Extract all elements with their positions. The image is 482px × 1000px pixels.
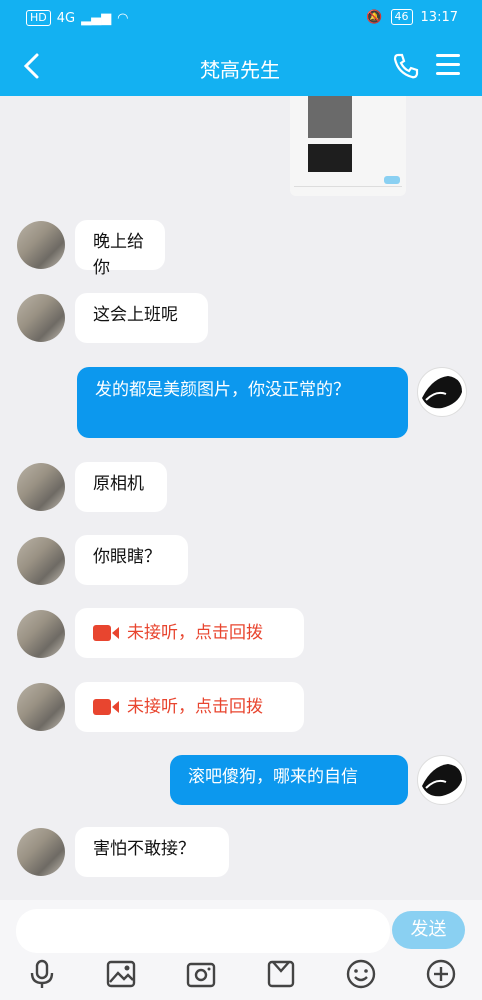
screenshot-photo — [308, 96, 352, 138]
video-camera-icon — [93, 625, 119, 641]
clock: 13:17 — [420, 9, 458, 25]
contact-avatar[interactable] — [17, 463, 65, 511]
avatar-drawing — [422, 376, 462, 409]
battery-icon: 46 — [390, 9, 413, 25]
message-bubble[interactable]: 害怕不敢接？ — [75, 827, 229, 877]
message-input[interactable] — [16, 909, 390, 953]
signal-icon: 4G — [56, 10, 76, 26]
message-bubble-outgoing[interactable]: 发的都是美颜图片，你没正常的？ — [77, 367, 408, 438]
message-bubble[interactable]: 原相机 — [75, 462, 167, 512]
wifi-icon: ◠ — [117, 10, 129, 26]
signal-bars-icon: ▂▄▆ — [81, 10, 112, 26]
mute-icon: 🔕 — [366, 9, 383, 25]
missed-call-label: 未接听，点击回拨 — [127, 697, 263, 717]
microphone-icon[interactable] — [26, 958, 58, 990]
contact-avatar[interactable] — [17, 221, 65, 269]
contact-avatar[interactable] — [17, 683, 65, 731]
chat-title: 梵高先生 — [200, 58, 280, 82]
shared-screenshot[interactable] — [290, 96, 406, 196]
my-avatar[interactable] — [417, 755, 467, 805]
menu-icon[interactable] — [436, 54, 460, 76]
my-avatar[interactable] — [417, 367, 467, 417]
send-button[interactable]: 发送 — [392, 911, 465, 949]
emoji-icon[interactable] — [345, 958, 377, 990]
contact-avatar[interactable] — [17, 537, 65, 585]
message-bubble-outgoing[interactable]: 滚吧傻狗，哪来的自信 — [170, 755, 408, 805]
phone-icon[interactable] — [392, 52, 420, 80]
status-bar: HD 4G ▂▄▆ ◠ 🔕 46 13:17 — [0, 0, 482, 36]
input-bar: 发送 — [0, 900, 482, 1000]
avatar-drawing — [422, 764, 462, 797]
nav-bar: 梵高先生 — [0, 36, 482, 96]
hd-indicator: HD — [26, 10, 51, 26]
missed-call-bubble[interactable]: 未接听，点击回拨 — [75, 682, 304, 732]
input-toolbar — [0, 958, 482, 996]
screenshot-toolbar — [294, 186, 402, 195]
missed-call-label: 未接听，点击回拨 — [127, 623, 263, 643]
gift-icon[interactable] — [265, 958, 297, 990]
screenshot-send-badge — [384, 176, 400, 184]
missed-call-bubble[interactable]: 未接听，点击回拨 — [75, 608, 304, 658]
image-icon[interactable] — [105, 958, 137, 990]
contact-avatar[interactable] — [17, 294, 65, 342]
screenshot-photo-dark — [308, 144, 352, 172]
camera-icon[interactable] — [185, 958, 217, 990]
back-icon[interactable] — [20, 52, 44, 80]
message-bubble[interactable]: 这会上班呢 — [75, 293, 208, 343]
message-bubble[interactable]: 晚上给你 — [75, 220, 165, 278]
message-bubble[interactable]: 你眼瞎？ — [75, 535, 188, 585]
contact-avatar[interactable] — [17, 828, 65, 876]
contact-avatar[interactable] — [17, 610, 65, 658]
video-camera-icon — [93, 699, 119, 715]
plus-icon[interactable] — [425, 958, 457, 990]
